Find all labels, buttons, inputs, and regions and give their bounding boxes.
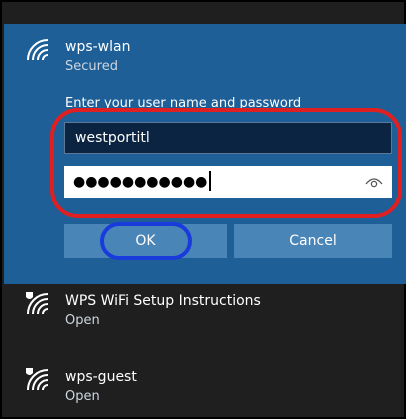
network-name: wps-guest (65, 369, 137, 385)
network-status: Open (65, 389, 100, 404)
ok-highlight (100, 222, 192, 260)
network-status: Open (65, 313, 100, 328)
wifi-icon (27, 39, 49, 61)
network-status: Secured (65, 59, 118, 74)
wifi-flyout: wps-wlan Secured Enter your user name an… (0, 0, 406, 419)
cancel-button[interactable]: Cancel (234, 224, 392, 258)
selected-network-panel: wps-wlan Secured Enter your user name an… (4, 24, 406, 284)
network-item[interactable]: wps-guest Open (4, 352, 406, 418)
network-name: WPS WiFi Setup Instructions (65, 293, 261, 309)
network-name: wps-wlan (65, 39, 131, 55)
network-item[interactable]: WPS WiFi Setup Instructions Open (4, 284, 406, 350)
wifi-shield-icon (26, 368, 49, 391)
credentials-highlight (50, 108, 402, 218)
wifi-shield-icon (26, 292, 49, 315)
